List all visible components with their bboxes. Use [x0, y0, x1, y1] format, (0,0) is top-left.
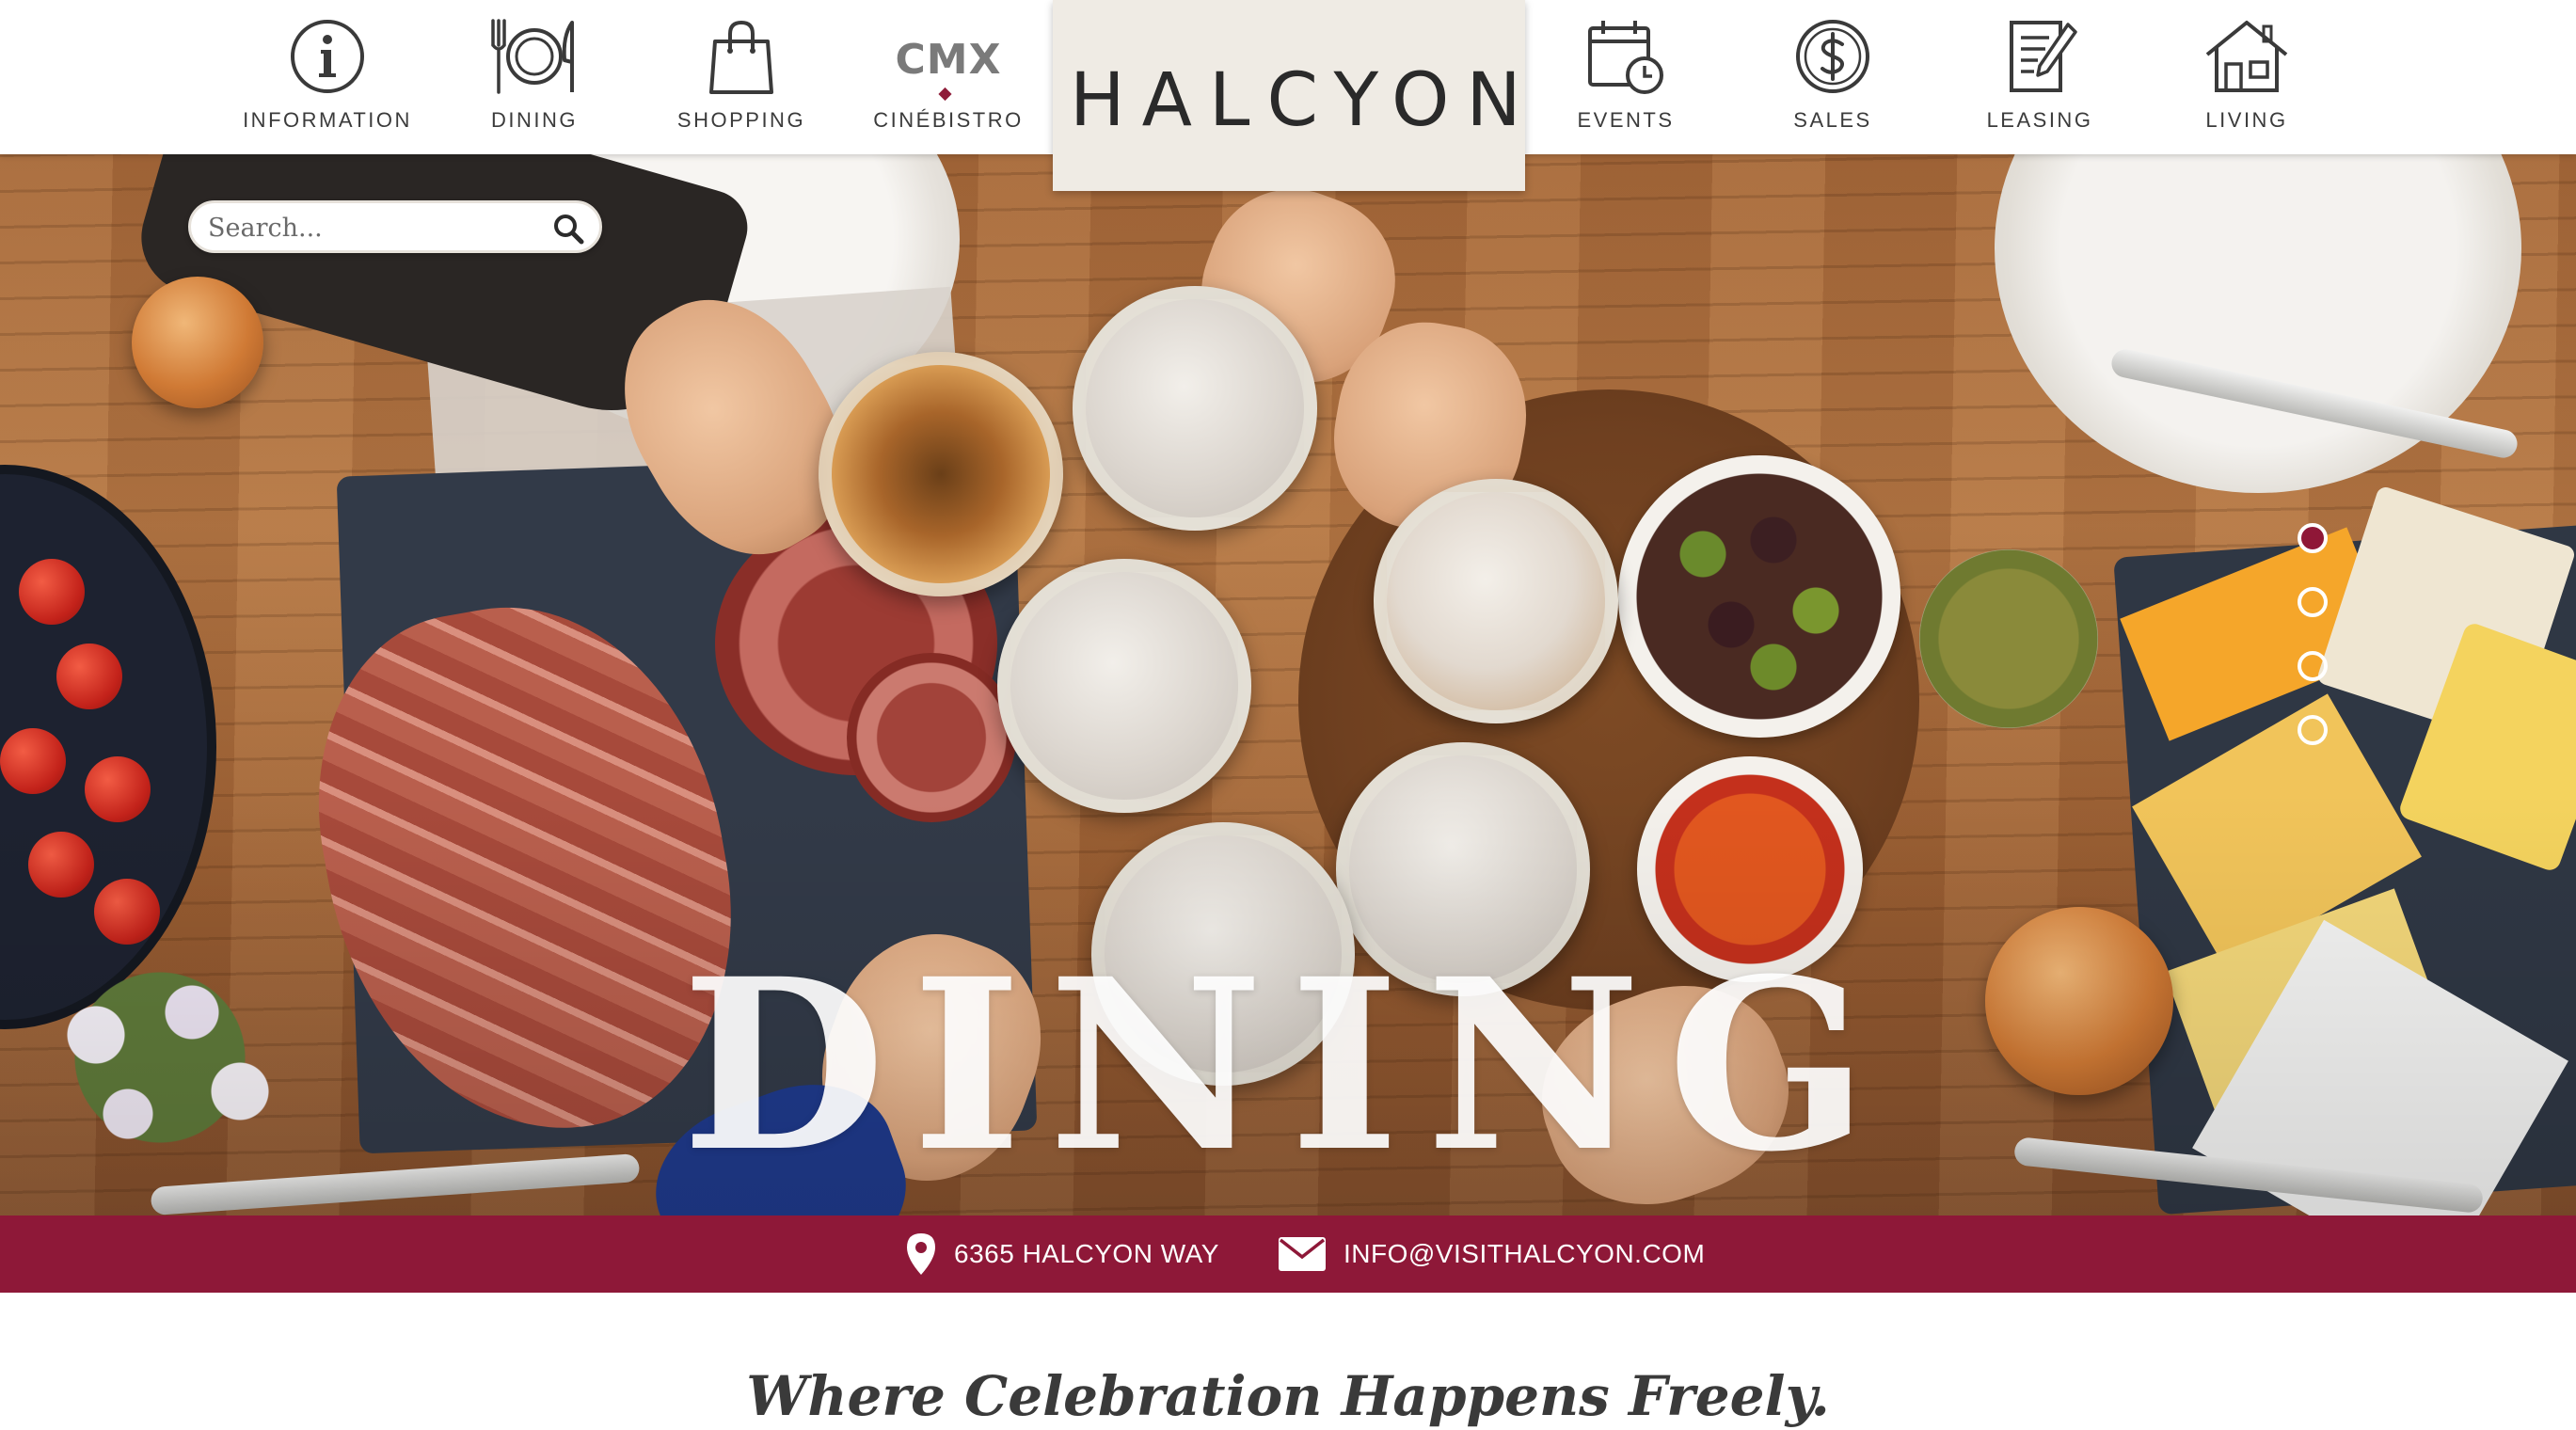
nav-label: EVENTS: [1577, 108, 1675, 132]
nav-label: DINING: [491, 108, 578, 132]
nav-item-leasing[interactable]: LEASING: [1936, 0, 2143, 154]
carousel-dot-4[interactable]: [2298, 715, 2328, 745]
search-input[interactable]: [208, 211, 547, 245]
nav-item-living[interactable]: LIVING: [2143, 0, 2350, 154]
plate-utensils-icon: [491, 19, 574, 94]
brand-name: HALCYON: [1070, 58, 1538, 143]
shopping-bag-icon: [709, 20, 773, 94]
calendar-clock-icon: [1588, 21, 1663, 94]
contact-bar: 6365 HALCYON WAY INFO@VISITHALCYON.COM: [0, 1216, 2576, 1293]
carousel-dot-3[interactable]: [2298, 651, 2328, 681]
address-link[interactable]: 6365 HALCYON WAY: [905, 1216, 1219, 1293]
house-icon: [2205, 21, 2288, 92]
nav-label: LIVING: [2205, 108, 2288, 132]
nav-label: CINÉBISTRO: [873, 108, 1024, 132]
nav-label: INFORMATION: [243, 108, 412, 132]
tagline: Where Celebration Happens Freely.: [746, 1364, 1830, 1428]
document-pen-icon: [2010, 21, 2077, 92]
info-icon: [291, 20, 364, 93]
nav-label: LEASING: [1986, 108, 2093, 132]
cmx-logo-accent: [937, 87, 952, 102]
brand-logo[interactable]: HALCYON: [1053, 0, 1525, 191]
cmx-logo-text: CMX: [895, 36, 1002, 84]
carousel-dot-2[interactable]: [2298, 587, 2328, 617]
search-icon[interactable]: [552, 213, 584, 245]
carousel-dot-1[interactable]: [2298, 523, 2328, 553]
map-pin-icon: [907, 1233, 935, 1275]
nav-label: SALES: [1793, 108, 1872, 132]
search-box: [188, 200, 602, 253]
email-link[interactable]: INFO@VISITHALCYON.COM: [1278, 1216, 1705, 1293]
hero-title: DINING: [681, 927, 1895, 1203]
dollar-circle-icon: [1796, 20, 1869, 93]
nav-item-shopping[interactable]: SHOPPING: [638, 0, 845, 154]
email-text: INFO@VISITHALCYON.COM: [1344, 1239, 1706, 1268]
nav-item-events[interactable]: EVENTS: [1522, 0, 1729, 154]
nav-item-cinebistro[interactable]: CMX CINÉBISTRO: [845, 0, 1052, 154]
nav-label: SHOPPING: [676, 108, 806, 132]
nav-item-sales[interactable]: SALES: [1729, 0, 1936, 154]
envelope-icon: [1279, 1237, 1326, 1271]
nav-item-information[interactable]: INFORMATION: [224, 0, 431, 154]
address-text: 6365 HALCYON WAY: [954, 1239, 1219, 1268]
nav-item-dining[interactable]: DINING: [431, 0, 638, 154]
